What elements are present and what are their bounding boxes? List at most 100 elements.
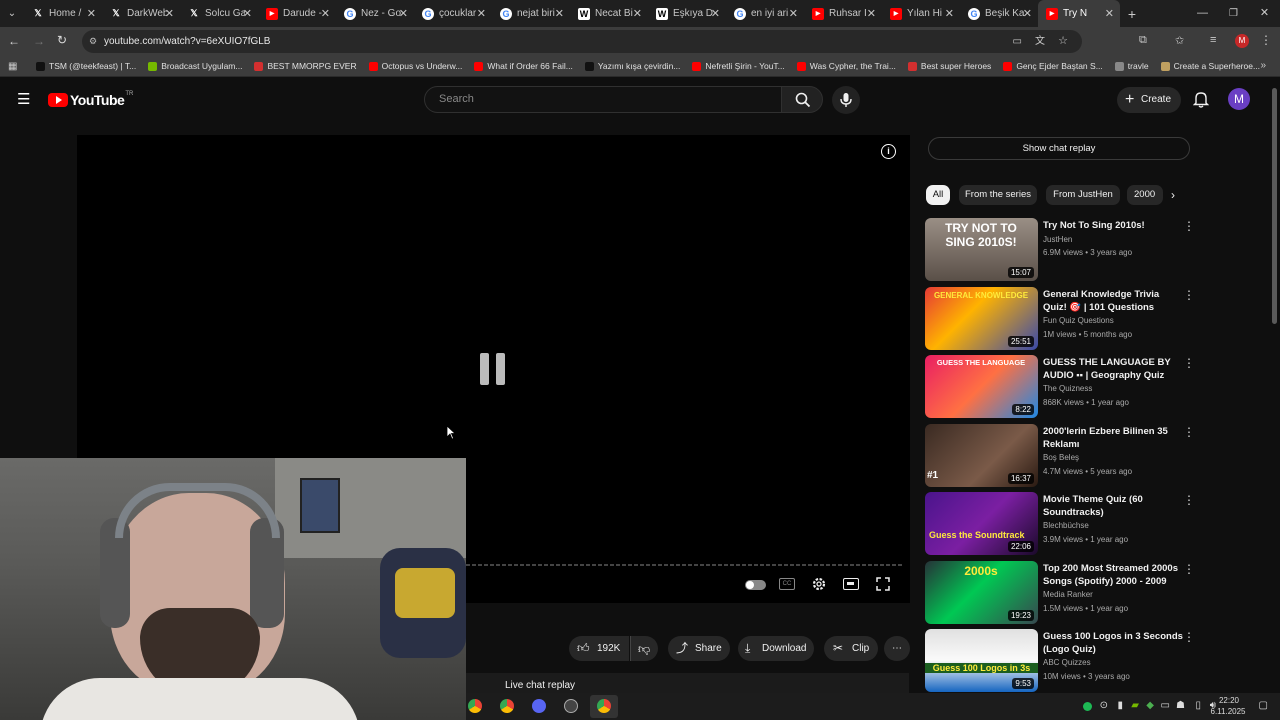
browser-tab[interactable]: G Beşik Ka ✕ [960,0,1038,27]
bookmarks-manager-icon[interactable]: ✩ [1175,34,1184,47]
notification-center-icon[interactable]: ▢ [1259,700,1268,711]
account-avatar[interactable]: M [1228,88,1250,110]
cast-icon[interactable]: ▭ [1013,30,1022,53]
video-title[interactable]: Guess 100 Logos in 3 Seconds (Logo Quiz) [1043,630,1183,656]
media-control-icon[interactable]: ≡ [1210,34,1216,46]
fullscreen-icon[interactable] [876,577,890,591]
browser-tab[interactable]: 𝕏 Home / ✕ [24,0,102,27]
video-thumbnail[interactable]: TRY NOT TO SING 2010S! 15:07 [925,218,1038,281]
channel-name[interactable]: Blechbüchse [1043,521,1089,530]
more-bookmarks-icon[interactable]: » [1260,60,1266,71]
share-button[interactable]: ⤴ Share [668,636,730,661]
browser-tab[interactable]: 𝕏 DarkWeb ✕ [102,0,180,27]
filter-chip[interactable]: 2000 [1127,185,1163,205]
related-video-item[interactable]: GENERAL KNOWLEDGE 25:51 General Knowledge … [925,287,1205,351]
channel-name[interactable]: Media Ranker [1043,590,1093,599]
browser-tab[interactable]: ▶ Ruhsar I ✕ [804,0,882,27]
related-video-item[interactable]: #1 16:37 2000'lerin Ezbere Bilinen 35 Rekl… [925,424,1205,488]
close-tab-icon[interactable]: ✕ [477,7,486,20]
video-title[interactable]: Top 200 Most Streamed 2000s Songs (Spoti… [1043,562,1183,588]
browser-tab[interactable]: Gçocuklar ✕ [414,0,492,27]
voice-search-button[interactable] [832,86,860,114]
show-chat-replay-button[interactable]: Show chat replay [928,137,1190,160]
bookmark-item[interactable]: Yazımı kışa çevirdin... [584,61,680,71]
translate-icon[interactable]: 文 [1035,30,1045,53]
close-tab-icon[interactable]: ✕ [399,7,408,20]
browser-tab[interactable]: 𝕏 Solcu Ga ✕ [180,0,258,27]
more-vertical-icon[interactable]: ⋮ [1183,356,1195,370]
related-video-item[interactable]: Guess the Soundtrack 22:06 Movie Theme Qui… [925,492,1205,556]
related-video-item[interactable]: Guess 100 Logos in 3s 9:53 Guess 100 Logos… [925,629,1205,693]
related-video-item[interactable]: 2000s 19:23 Top 200 Most Streamed 2000s So… [925,561,1205,625]
related-video-item[interactable]: GUESS THE LANGUAGE 8:22 GUESS THE LANGUAGE… [925,355,1205,419]
channel-name[interactable]: ABC Quizzes [1043,658,1091,667]
close-tab-icon[interactable]: ✕ [1023,7,1032,20]
forward-icon[interactable]: → [33,34,45,48]
mic-tray-icon[interactable]: ▮ [1117,700,1123,711]
video-thumbnail[interactable]: Guess 100 Logos in 3s 9:53 [925,629,1038,692]
filter-chip[interactable]: From the series [959,185,1037,205]
channel-name[interactable]: JustHen [1043,235,1072,244]
new-tab-button[interactable]: + [1120,6,1144,22]
bookmark-item[interactable]: BEST MMORPG EVER [254,61,357,71]
bookmark-item[interactable]: Best super Heroes [907,61,991,71]
browser-tab[interactable]: W Eşkıya D ✕ [648,0,726,27]
search-input[interactable]: Search [424,86,782,113]
video-thumbnail[interactable]: #1 16:37 [925,424,1038,487]
close-tab-icon[interactable]: ✕ [243,7,252,20]
close-tab-icon[interactable]: ✕ [945,7,954,20]
hamburger-menu-icon[interactable]: ☰ [17,90,30,108]
bookmark-item[interactable]: What if Order 66 Fail... [474,61,573,71]
close-tab-icon[interactable]: ✕ [789,7,798,20]
security-tray-icon[interactable]: ⊙ [1100,700,1108,711]
channel-name[interactable]: Boş Beleş [1043,453,1079,462]
app-tray-icon[interactable]: ◆ [1146,700,1154,711]
more-vertical-icon[interactable]: ⋮ [1183,288,1195,302]
video-title[interactable]: 2000'lerin Ezbere Bilinen 35 Reklamı [1043,425,1183,451]
video-thumbnail[interactable]: Guess the Soundtrack 22:06 [925,492,1038,555]
minimize-icon[interactable]: — [1187,0,1218,27]
download-button[interactable]: ⤓ Download [738,636,814,661]
network-tray-icon[interactable]: ☗ [1176,700,1185,711]
pause-icon[interactable] [480,353,506,385]
video-title[interactable]: Try Not To Sing 2010s! [1043,219,1183,232]
browser-tab[interactable]: W Necat Bi ✕ [570,0,648,27]
active-app-tile[interactable] [590,695,618,718]
settings-gear-icon[interactable] [811,576,827,592]
filter-chip[interactable]: From JustHen [1046,185,1120,205]
close-tab-icon[interactable]: ✕ [87,7,96,20]
bookmark-item[interactable]: TSM (@teekfeast) | T... [36,61,136,71]
bookmark-item[interactable]: Octopus vs Underw... [368,61,462,71]
browser-tab[interactable]: Gen iyi ari ✕ [726,0,804,27]
apps-grid-icon[interactable]: ▦ [8,61,17,72]
back-icon[interactable]: ← [8,34,20,48]
bookmark-item[interactable]: travle [1114,61,1149,71]
extensions-icon[interactable]: ⧉ [1139,34,1147,47]
filter-chip[interactable]: All [926,185,950,205]
tab-search-chevron-icon[interactable]: ⌄ [0,0,24,27]
site-info-icon[interactable]: ⚙ [89,30,97,53]
bookmark-item[interactable]: Nefretli Şirin - YouT... [692,61,785,71]
youtube-logo[interactable]: YouTube TR [48,91,133,108]
close-tab-icon[interactable]: ✕ [555,7,564,20]
chrome-app-icon[interactable] [468,699,482,713]
display-tray-icon[interactable]: ▭ [1161,700,1170,711]
chrome-app-icon[interactable] [500,699,514,713]
channel-name[interactable]: The Quizness [1043,384,1092,393]
create-button[interactable]: + Create [1117,87,1181,113]
clock-time[interactable]: 22:20 [1214,696,1244,705]
close-tab-icon[interactable]: ✕ [633,7,642,20]
battery-tray-icon[interactable]: ▯ [1195,700,1201,711]
video-thumbnail[interactable]: GUESS THE LANGUAGE 8:22 [925,355,1038,418]
close-window-icon[interactable]: ✕ [1249,0,1280,27]
video-title[interactable]: General Knowledge Trivia Quiz! 🎯 | 101 Q… [1043,288,1183,315]
chrome-menu-icon[interactable]: ⋮ [1260,33,1272,47]
close-tab-icon[interactable]: ✕ [321,7,330,20]
dislike-button[interactable]: 👎︎ [630,636,658,661]
close-tab-icon[interactable]: ✕ [1105,7,1114,20]
browser-tab[interactable]: G Nez - Go ✕ [336,0,414,27]
more-vertical-icon[interactable]: ⋮ [1183,562,1195,576]
search-button[interactable] [781,86,823,113]
close-tab-icon[interactable]: ✕ [711,7,720,20]
browser-tab[interactable]: ▶ Darude - ✕ [258,0,336,27]
